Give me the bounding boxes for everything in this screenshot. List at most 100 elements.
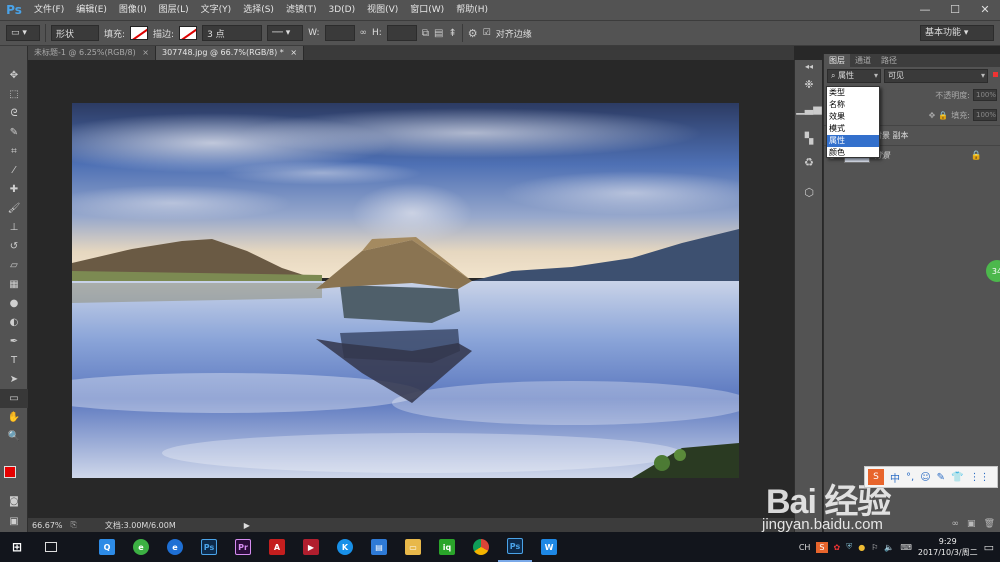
align-edges-checkbox[interactable]: ☑ <box>483 28 491 38</box>
histogram-icon[interactable]: ▁▃▅ <box>795 96 823 120</box>
quick-mask-icon[interactable]: ◙ <box>0 492 28 511</box>
gear-icon[interactable]: ⚙ <box>468 27 478 40</box>
marquee-tool-icon[interactable]: ⬚ <box>0 85 28 104</box>
tray-app-icon[interactable]: ● <box>858 543 865 552</box>
tool-preset-picker[interactable]: ▭ ▾ <box>6 25 40 41</box>
blur-tool-icon[interactable]: ● <box>0 294 28 313</box>
tab-channels[interactable]: 通道 <box>850 54 876 67</box>
notification-icon[interactable]: ▭ <box>984 541 994 554</box>
filter-toggle-indicator[interactable] <box>993 72 998 77</box>
ime-chinese-label[interactable]: 中 <box>890 470 900 485</box>
crop-tool-icon[interactable]: ⌗ <box>0 142 28 161</box>
keyboard-icon[interactable]: ⌨ <box>900 543 912 552</box>
fill-input[interactable]: 100% <box>973 109 997 121</box>
height-input[interactable] <box>386 25 417 41</box>
fill-swatch[interactable] <box>130 26 149 40</box>
clock[interactable]: 9:29 2017/10/3/周二 <box>918 536 978 558</box>
ime-emoji-icon[interactable]: ☺ <box>920 472 930 483</box>
canvas-area[interactable] <box>28 60 794 518</box>
menu-view[interactable]: 视图(V) <box>361 0 404 20</box>
document-image[interactable] <box>72 103 739 478</box>
tab-close-icon[interactable]: × <box>142 48 149 57</box>
styles-icon[interactable]: ♻ <box>795 150 823 174</box>
taskbar-app-explorer-panel[interactable]: ▤ <box>362 532 396 562</box>
healing-brush-tool-icon[interactable]: ✚ <box>0 180 28 199</box>
swatches-icon[interactable]: ▚ <box>795 126 823 150</box>
rectangle-tool-icon[interactable]: ▭ <box>0 389 28 408</box>
eraser-tool-icon[interactable]: ▱ <box>0 256 28 275</box>
menu-help[interactable]: 帮助(H) <box>450 0 494 20</box>
dropdown-option-name[interactable]: 名称 <box>827 99 879 111</box>
menu-3d[interactable]: 3D(D) <box>322 0 361 20</box>
status-menu-arrow-icon[interactable]: ▶ <box>244 521 250 530</box>
shape-mode-select[interactable]: 形状 <box>51 25 99 41</box>
lock-position-icon[interactable]: ✥ <box>929 111 936 120</box>
ime-menu-icon[interactable]: ⋮⋮ <box>969 472 989 483</box>
network-icon[interactable]: ⚐ <box>871 543 878 552</box>
ime-language[interactable]: CH <box>799 543 811 552</box>
history-brush-tool-icon[interactable]: ↺ <box>0 237 28 256</box>
tab-paths[interactable]: 路径 <box>876 54 902 67</box>
taskbar-app-premiere[interactable]: Pr <box>226 532 260 562</box>
3d-icon[interactable]: ⬡ <box>795 180 823 204</box>
taskbar-app-ie[interactable]: e <box>158 532 192 562</box>
navigator-icon[interactable]: ❉ <box>795 72 823 96</box>
tab-layers[interactable]: 图层 <box>824 54 850 67</box>
link-layers-icon[interactable]: ∞ <box>952 519 960 529</box>
zoom-tool-icon[interactable]: 🔍 <box>0 427 28 446</box>
taskbar-app-chrome[interactable] <box>464 532 498 562</box>
menu-image[interactable]: 图像(I) <box>113 0 153 20</box>
foreground-color-swatch[interactable] <box>4 466 16 478</box>
pen-tool-icon[interactable]: ✒ <box>0 332 28 351</box>
tab-307748-jpg[interactable]: 307748.jpg @ 66.7%(RGB/8) * × <box>156 46 305 60</box>
clone-stamp-tool-icon[interactable]: ⊥ <box>0 218 28 237</box>
move-tool-icon[interactable]: ✥ <box>0 66 28 85</box>
opacity-input[interactable]: 100% <box>973 89 997 101</box>
dropdown-option-kind[interactable]: 类型 <box>827 87 879 99</box>
export-icon[interactable]: ⎘ <box>71 520 77 530</box>
taskbar-app-player[interactable]: ▶ <box>294 532 328 562</box>
type-tool-icon[interactable]: T <box>0 351 28 370</box>
menu-layer[interactable]: 图层(L) <box>153 0 195 20</box>
maximize-button[interactable]: ☐ <box>940 0 970 18</box>
collapse-panels-icon[interactable]: ◂◂ <box>795 60 823 72</box>
brush-tool-icon[interactable]: 🖌 <box>0 199 28 218</box>
taskbar-app-folder[interactable]: ▭ <box>396 532 430 562</box>
stroke-swatch[interactable] <box>179 26 198 40</box>
screen-mode-icon[interactable]: ▣ <box>0 512 28 531</box>
task-view-button[interactable] <box>34 532 68 562</box>
taskbar-app-qq[interactable]: Q <box>90 532 124 562</box>
path-operations-icon[interactable]: ⧉ <box>422 28 429 39</box>
stroke-type-select[interactable]: ── ▾ <box>267 25 304 41</box>
taskbar-app-photoshop-running[interactable]: Ps <box>498 532 532 562</box>
menu-file[interactable]: 文件(F) <box>28 0 70 20</box>
zoom-level[interactable]: 66.67% <box>32 521 63 530</box>
start-button[interactable]: ⊞ <box>0 532 34 562</box>
taskbar-app-k[interactable]: K <box>328 532 362 562</box>
dropdown-option-effect[interactable]: 效果 <box>827 111 879 123</box>
quick-select-tool-icon[interactable]: ✎ <box>0 123 28 142</box>
taskbar-app-iqiyi[interactable]: iq <box>430 532 464 562</box>
menu-window[interactable]: 窗口(W) <box>404 0 450 20</box>
gradient-tool-icon[interactable]: ▦ <box>0 275 28 294</box>
menu-select[interactable]: 选择(S) <box>237 0 280 20</box>
volume-icon[interactable]: 🔈 <box>884 543 894 552</box>
minimize-button[interactable]: — <box>910 0 940 18</box>
menu-edit[interactable]: 编辑(E) <box>70 0 113 20</box>
taskbar-app-360[interactable]: e <box>124 532 158 562</box>
eyedropper-tool-icon[interactable]: ⁄ <box>0 161 28 180</box>
ime-skin-icon[interactable]: 👕 <box>951 472 963 483</box>
stroke-size-input[interactable]: 3 点 <box>202 25 263 41</box>
taskbar-app-photoshop[interactable]: Ps <box>192 532 226 562</box>
dropdown-option-attribute[interactable]: 属性 <box>827 135 879 147</box>
tray-app-icon[interactable]: ✿ <box>834 543 841 552</box>
filter-value-select[interactable]: 可见 <box>884 69 988 83</box>
width-input[interactable] <box>324 25 355 41</box>
lock-all-icon[interactable]: 🔒 <box>938 111 948 120</box>
shield-icon[interactable]: ⛨ <box>846 542 852 552</box>
tab-close-icon[interactable]: × <box>290 48 297 57</box>
ime-toolbar[interactable]: S 中 °, ☺ ✎ 👕 ⋮⋮ <box>864 466 998 488</box>
dropdown-option-mode[interactable]: 模式 <box>827 123 879 135</box>
dodge-tool-icon[interactable]: ◐ <box>0 313 28 332</box>
document-size[interactable]: 文档:3.00M/6.00M <box>105 520 176 531</box>
